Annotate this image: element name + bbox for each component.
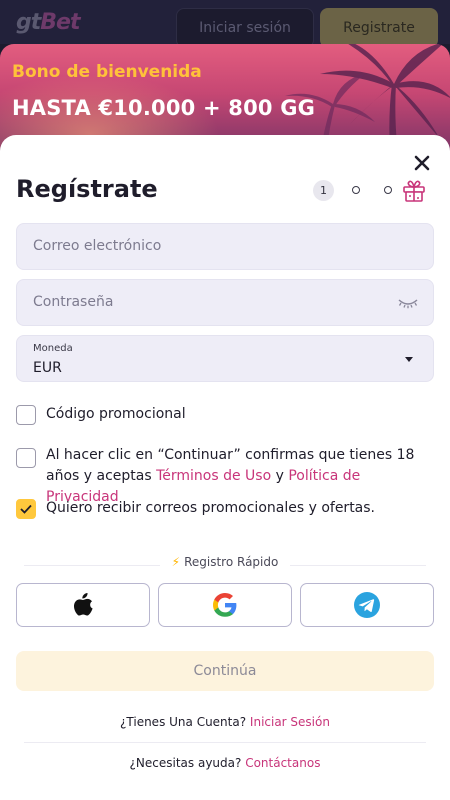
currency-value: EUR [33, 360, 62, 376]
eye-closed-icon[interactable] [397, 296, 419, 310]
terms-of-use-link[interactable]: Términos de Uso [156, 468, 271, 484]
currency-label: Moneda [33, 343, 73, 354]
continue-button[interactable]: Continúa [16, 651, 434, 691]
step-dot-3 [384, 186, 392, 194]
login-button[interactable]: Iniciar sesión [176, 8, 314, 48]
password-placeholder: Contraseña [33, 294, 114, 310]
password-field[interactable]: Contraseña [16, 279, 434, 326]
lightning-icon: ⚡ [171, 555, 181, 569]
brand-logo[interactable]: gtBet [16, 10, 80, 35]
email-placeholder: Correo electrónico [33, 238, 162, 254]
bonus-title: HASTA €10.000 + 800 GG [12, 96, 316, 120]
logo-main: gt [16, 10, 41, 35]
currency-select[interactable]: Moneda EUR [16, 335, 434, 382]
chevron-down-icon [405, 357, 413, 362]
gift-icon [403, 180, 425, 202]
bonus-kicker: Bono de bienvenida [12, 62, 202, 82]
step-current: 1 [313, 180, 334, 201]
footer-divider [24, 742, 426, 743]
register-modal: Regístrate 1 Correo electrónico Contrase… [0, 135, 450, 800]
checkmark-icon [20, 504, 32, 514]
sign-in-link[interactable]: Iniciar Sesión [250, 715, 330, 729]
telegram-icon [354, 592, 380, 618]
top-bar: gtBet Iniciar sesión Registrate [0, 0, 450, 48]
google-icon [213, 593, 237, 617]
promo-code-checkbox[interactable] [16, 405, 36, 425]
apple-login-button[interactable] [16, 583, 150, 627]
promo-code-label: Código promocional [46, 406, 186, 422]
quick-register-heading: ⚡ Registro Rápido [0, 555, 450, 569]
google-login-button[interactable] [158, 583, 292, 627]
email-field[interactable]: Correo electrónico [16, 223, 434, 270]
quick-register-label: Registro Rápido [184, 555, 279, 569]
have-account-row: ¿Tienes Una Cuenta? Iniciar Sesión [0, 715, 450, 729]
newsletter-label: Quiero recibir correos promocionales y o… [46, 500, 375, 516]
have-account-question: ¿Tienes Una Cuenta? [120, 715, 247, 729]
terms-and: y [271, 468, 289, 484]
help-question: ¿Necesitas ayuda? [129, 756, 242, 770]
contact-link[interactable]: Contáctanos [245, 756, 320, 770]
logo-accent: Bet [40, 10, 80, 35]
telegram-login-button[interactable] [300, 583, 434, 627]
terms-checkbox[interactable] [16, 448, 36, 468]
register-button[interactable]: Registrate [320, 8, 438, 48]
apple-icon [73, 593, 93, 616]
newsletter-checkbox[interactable] [16, 499, 36, 519]
step-dot-2 [352, 186, 360, 194]
modal-title: Regístrate [16, 175, 158, 203]
help-row: ¿Necesitas ayuda? Contáctanos [0, 756, 450, 770]
close-icon[interactable] [410, 151, 434, 175]
